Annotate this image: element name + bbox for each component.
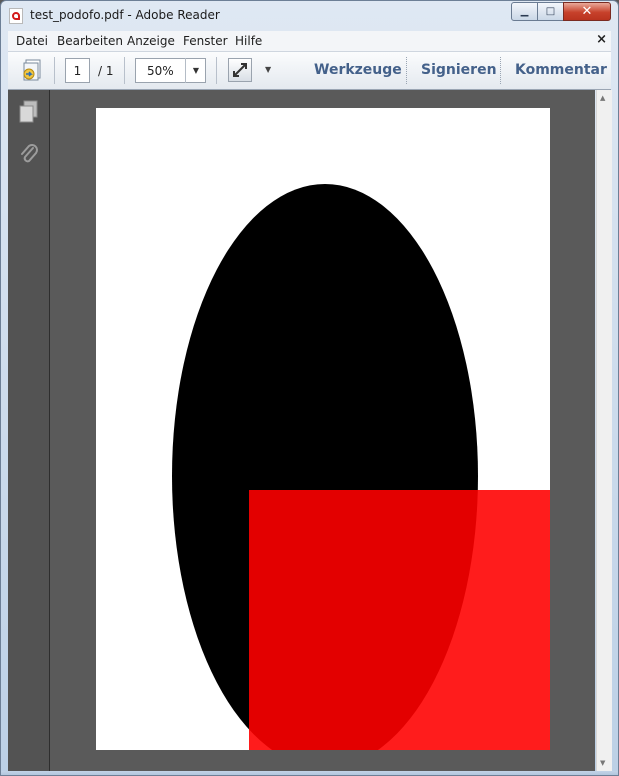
pdf-page	[96, 108, 550, 750]
menu-bearbeiten[interactable]: Bearbeiten	[57, 34, 123, 48]
fit-page-button[interactable]	[228, 58, 252, 82]
window-bottom-frame	[1, 771, 618, 775]
title-bar: test_podofo.pdf - Adobe Reader ▁ □ ✕	[1, 1, 618, 31]
document-view[interactable]	[50, 90, 595, 771]
toolbar: 1 / 1 50% ▼ ▼ Werkzeuge Signieren Kommen…	[8, 52, 611, 90]
menu-hilfe[interactable]: Hilfe	[235, 34, 262, 48]
pages-panel-icon[interactable]	[18, 100, 40, 124]
red-rectangle	[249, 490, 550, 750]
scroll-down-arrow[interactable]: ▼	[600, 759, 605, 767]
create-pdf-icon[interactable]	[20, 58, 44, 82]
comment-link[interactable]: Kommentar	[515, 62, 607, 78]
maximize-button[interactable]: □	[537, 2, 564, 21]
window-title: test_podofo.pdf - Adobe Reader	[30, 8, 220, 22]
scroll-up-arrow[interactable]: ▲	[600, 94, 605, 102]
pdf-file-icon	[9, 8, 23, 24]
more-tools-arrow[interactable]: ▼	[265, 65, 271, 74]
vertical-scrollbar[interactable]: ▲ ▼	[596, 90, 612, 771]
tools-link[interactable]: Werkzeuge	[314, 62, 402, 78]
page-number-input[interactable]: 1	[65, 58, 90, 83]
attachments-icon[interactable]	[18, 142, 40, 166]
adobe-reader-window: test_podofo.pdf - Adobe Reader ▁ □ ✕ Dat…	[0, 0, 619, 776]
menu-datei[interactable]: Datei	[16, 34, 48, 48]
menu-anzeige[interactable]: Anzeige	[127, 34, 175, 48]
page-total: / 1	[98, 64, 114, 78]
menu-fenster[interactable]: Fenster	[183, 34, 228, 48]
navigation-pane	[8, 90, 50, 771]
menu-bar: Datei Bearbeiten Anzeige Fenster Hilfe ×	[8, 31, 611, 52]
zoom-dropdown-arrow[interactable]: ▼	[185, 58, 206, 83]
close-window-button[interactable]: ✕	[563, 2, 611, 21]
minimize-button[interactable]: ▁	[511, 2, 538, 21]
close-document-button[interactable]: ×	[596, 32, 607, 47]
fit-page-icon	[233, 63, 247, 77]
sign-link[interactable]: Signieren	[421, 62, 497, 78]
